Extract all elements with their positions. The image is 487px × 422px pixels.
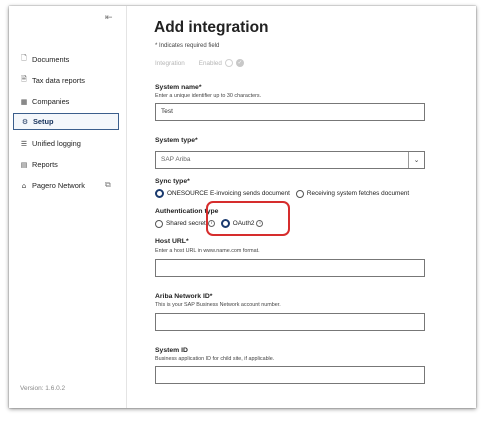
system-name-field[interactable]: Test: [155, 103, 425, 121]
reports-icon: ▤: [20, 160, 28, 169]
system-type-value: SAP Ariba: [161, 156, 191, 163]
toggle-off-icon[interactable]: [224, 59, 233, 67]
sidebar-item-label: Setup: [33, 117, 54, 126]
collapse-sidebar-icon[interactable]: ⇤: [105, 13, 113, 23]
main-content: Add integration * Indicates required fie…: [146, 6, 476, 408]
sidebar-item-companies[interactable]: ▦ Companies: [13, 93, 119, 110]
integration-toggle-label: Integration: [155, 59, 185, 67]
document-icon: 🗋: [21, 54, 27, 62]
required-field-note: * Indicates required field: [155, 43, 220, 49]
sidebar-item-unified-logging[interactable]: ☰ Unified logging: [13, 135, 119, 152]
system-id-help: Business application ID for child site, …: [155, 356, 275, 362]
sidebar-item-tax-data-reports[interactable]: 🗎 Tax data reports: [13, 72, 119, 89]
sidebar-item-label: Tax data reports: [32, 76, 85, 85]
system-id-label: System ID: [155, 347, 188, 354]
gear-icon: ⚙: [21, 117, 29, 126]
sidebar: ⇤ 🗋 Documents 🗎 Tax data reports ▦ Compa…: [9, 6, 127, 408]
external-link-icon[interactable]: ⧉: [105, 180, 111, 190]
system-name-help: Enter a unique identifier up to 30 chara…: [155, 93, 262, 99]
system-type-label: System type*: [155, 137, 198, 144]
log-icon: ☰: [20, 139, 28, 148]
building-icon: ▦: [20, 97, 28, 106]
enabled-label: Enabled: [198, 59, 222, 67]
auth-type-radio[interactable]: [155, 219, 163, 228]
sidebar-item-label: Reports: [32, 160, 58, 169]
sidebar-item-reports[interactable]: ▤ Reports: [13, 156, 119, 173]
ariba-network-id-label: Ariba Network ID*: [155, 293, 213, 300]
host-url-label: Host URL*: [155, 238, 189, 245]
sync-type-radio-selected[interactable]: [155, 189, 164, 198]
host-url-field[interactable]: [155, 259, 425, 277]
system-type-select[interactable]: SAP Ariba ⌄: [155, 151, 425, 169]
sidebar-item-setup[interactable]: ⚙ Setup: [13, 113, 119, 130]
sidebar-item-label: Documents: [32, 55, 70, 64]
page-title: Add integration: [154, 19, 269, 36]
system-name-label: System name*: [155, 84, 202, 91]
auth-option-shared-secret[interactable]: Shared secret: [166, 220, 206, 227]
version-label: Version: 1.6.0.2: [20, 385, 66, 392]
system-id-field[interactable]: [155, 366, 425, 384]
sync-type-radio-group: ONESOURCE E-invoicing sends document Rec…: [155, 189, 409, 198]
sync-option-onesource[interactable]: ONESOURCE E-invoicing sends document: [167, 190, 290, 197]
host-url-help: Enter a host URL in www.name.com format.: [155, 248, 260, 254]
report-icon: 🗎: [21, 75, 27, 83]
integration-toggle-row: Integration Enabled ✓: [155, 59, 244, 67]
sync-type-radio[interactable]: [295, 189, 304, 198]
chevron-down-icon[interactable]: ⌄: [408, 152, 424, 168]
network-icon: ⌂: [21, 181, 27, 190]
check-icon[interactable]: ✓: [235, 59, 244, 67]
sidebar-item-label: Pagero Network: [32, 181, 85, 190]
sidebar-item-label: Unified logging: [32, 139, 81, 148]
annotation-highlight-box: [206, 201, 290, 236]
sidebar-item-documents[interactable]: 🗋 Documents: [13, 51, 119, 68]
ariba-network-id-help: This is your SAP Business Network accoun…: [155, 302, 281, 308]
ariba-network-id-field[interactable]: [155, 313, 425, 331]
sidebar-item-label: Companies: [32, 97, 70, 106]
sidebar-item-pagero-network[interactable]: ⌂ Pagero Network: [13, 177, 119, 194]
sync-type-label: Sync type*: [155, 178, 190, 185]
sync-option-receiving[interactable]: Receiving system fetches document: [307, 190, 409, 197]
